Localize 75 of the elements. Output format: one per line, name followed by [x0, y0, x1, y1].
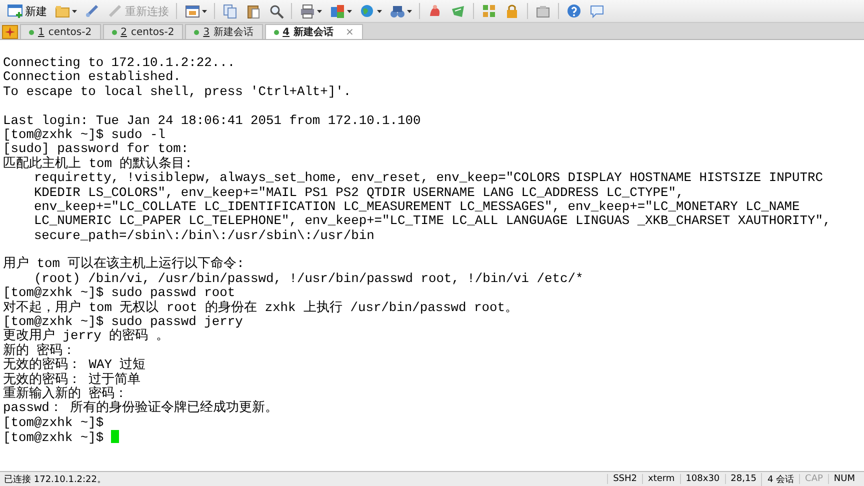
search-icon [268, 3, 284, 19]
terminal-line: passwd： 所有的身份验证令牌已经成功更新。 [3, 400, 278, 416]
terminal-line: requiretty, !visiblepw, always_set_home, env_reset, env_keep="COLORS DISPLAY HOSTNAME HISTSIZE INPUTRC [32, 170, 823, 186]
close-tab-button[interactable]: × [346, 26, 354, 38]
terminal-line: To escape to local shell, press 'Ctrl+Alt+]'. [3, 84, 352, 99]
terminal-line: [tom@zxhk ~]$ [3, 414, 104, 430]
terminal-line: [sudo] password for tom: [3, 141, 189, 156]
key-indicator: NUM [828, 474, 860, 484]
printer-icon [299, 3, 315, 19]
tab-number: 3 [203, 26, 210, 38]
status-dot [112, 30, 117, 34]
tab-label: 新建会话 [214, 26, 254, 39]
terminal-line: 对不起，用户 tom 无权以 root 的身份在 zxhk 上执行 /usr/bin/passwd root。 [3, 300, 518, 315]
tab-label: centos-2 [130, 26, 174, 38]
session-tab[interactable]: 3 新建会话 [185, 24, 263, 39]
terminal-line: Last login: Tue Jan 24 18:06:41 2051 from 172.10.1.100 [3, 112, 421, 128]
terminal-line: Connecting to 172.10.1.2:22... [3, 55, 236, 70]
session-tab[interactable]: 4 新建会话 × [264, 24, 363, 39]
terminal-line: 无效的密码： 过于简单 [3, 372, 141, 387]
tab-number: 1 [38, 26, 44, 38]
session-tab[interactable]: 1 centos-2 [20, 24, 101, 39]
terminal-line: 无效的密码： WAY 过短 [3, 357, 146, 372]
tab-label: 新建会话 [294, 25, 334, 39]
star-icon [5, 27, 15, 37]
grid-icon [481, 3, 497, 19]
terminal-line: (root) /bin/vi, /usr/bin/passwd, !/usr/bin/passwd root, !/bin/vi /etc/* [32, 270, 584, 286]
home-tab-button[interactable] [2, 25, 18, 39]
terminal-line: [tom@zxhk ~]$ [3, 430, 105, 446]
terminal-line: 匹配此主机上 tom 的默认条目: [3, 156, 192, 171]
terminal-line: 重新输入新的 密码： [3, 386, 128, 401]
terminal-line: Connection established. [3, 69, 181, 84]
caret-icon [317, 10, 322, 12]
window-icon [184, 3, 200, 19]
session-tab[interactable]: 2 centos-2 [102, 24, 184, 39]
terminal-line: 更改用户 jerry 的密码 。 [3, 328, 169, 344]
terminal-line: 用户 tom 可以在该主机上运行以下命令: [3, 256, 244, 272]
terminal-line: secure_path=/sbin\:/bin\:/usr/sbin\:/usr/bin [32, 228, 374, 243]
new-session-button[interactable]: 新建 [4, 1, 50, 21]
tab-number: 2 [120, 26, 127, 38]
folder-icon [54, 3, 70, 19]
tag-icon [450, 3, 466, 19]
terminal-line: [tom@zxhk ~]$ sudo passwd jerry [3, 314, 243, 330]
chat-bubble-icon [589, 3, 605, 19]
terminal-line: LC_NUMERIC LC_PAPER LC_TELEPHONE", env_keep+="LC_TIME LC_ALL LANGUAGE LINGUAS _XKB_CHARSET XAUTHORITY", [32, 213, 831, 228]
binoculars-icon [389, 3, 405, 19]
caret-icon [72, 10, 77, 12]
tab-label: centos-2 [48, 26, 92, 38]
status-dot [29, 30, 34, 34]
cursor-position: 28,15 [724, 474, 762, 484]
terminal-line: 新的 密码： [3, 342, 76, 358]
key-indicator: CAP [799, 474, 828, 484]
clipboard-icon [245, 3, 261, 19]
terminal-line: [tom@zxhk ~]$ sudo -l [3, 126, 166, 142]
help-icon [566, 3, 582, 19]
terminal-line: KDEDIR LS_COLORS", env_keep+="MAIL PS1 PS2 QTDIR USERNAME LANG LC_ADDRESS LC_CTYPE", [32, 184, 684, 200]
status-dot [274, 30, 279, 34]
status-dot [194, 30, 200, 34]
terminal-line: [tom@zxhk ~]$ sudo passwd root [3, 285, 236, 300]
caret-icon [202, 10, 207, 12]
terminal-line: env_keep+="LC_COLLATE LC_IDENTIFICATION LC_MEASUREMENT LC_MESSAGES", env_keep+="LC_MONETARY LC_NAME [32, 198, 800, 214]
new-window-icon [7, 3, 23, 19]
palette-icon [329, 3, 345, 19]
terminal-type: xterm [642, 474, 680, 484]
copy-icon [222, 3, 238, 19]
tab-number: 4 [282, 26, 290, 38]
caret-icon [407, 10, 412, 12]
session-count: 4 会话 [761, 472, 800, 486]
caret-icon [377, 10, 382, 12]
globe-icon [359, 3, 375, 19]
caret-icon [347, 10, 352, 12]
protocol-label: SSH2 [607, 474, 642, 484]
terminal-size: 108x30 [680, 474, 725, 484]
box-icon [535, 3, 551, 19]
connection-status: 已连接 172.10.1.2:22。 [4, 474, 106, 486]
lock-icon [504, 3, 520, 19]
